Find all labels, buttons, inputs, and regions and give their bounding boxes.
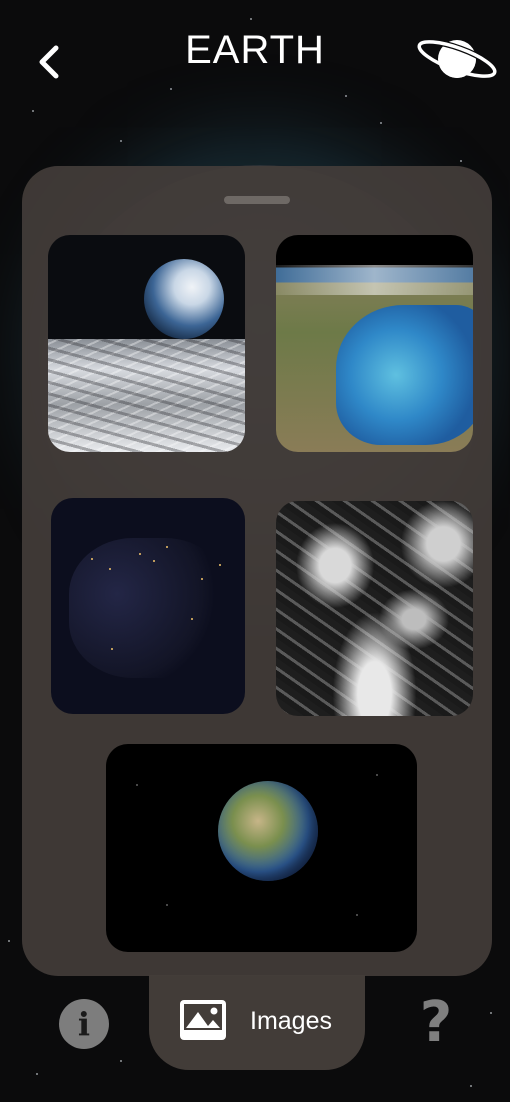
star	[376, 774, 378, 776]
city-light	[91, 558, 93, 560]
saturn-icon	[416, 38, 498, 80]
star	[8, 940, 10, 942]
city-light	[219, 564, 221, 566]
city-light	[153, 560, 155, 562]
image-icon	[180, 1000, 226, 1040]
image-gallery-panel	[22, 166, 492, 976]
star	[120, 140, 122, 142]
city-light	[166, 546, 168, 548]
info-icon: i	[77, 1005, 91, 1043]
question-mark-icon: ?	[419, 990, 453, 1055]
help-button[interactable]: ?	[414, 993, 458, 1053]
drag-handle[interactable]	[224, 196, 290, 204]
star	[136, 784, 138, 786]
city-light	[191, 618, 193, 620]
satellite-coastline-image[interactable]	[276, 235, 473, 452]
sea-area	[336, 305, 473, 445]
tab-images[interactable]: Images	[149, 975, 365, 1070]
planet-button[interactable]	[414, 30, 500, 88]
star	[460, 160, 462, 162]
earthrise-image[interactable]	[48, 235, 245, 452]
tab-images-label: Images	[250, 1007, 332, 1035]
city-light	[109, 568, 111, 570]
earth-in-image	[144, 259, 224, 339]
city-light	[111, 648, 113, 650]
info-button[interactable]: i	[59, 999, 109, 1049]
star	[380, 122, 382, 124]
city-light	[201, 578, 203, 580]
dark-continents	[69, 538, 229, 678]
header: EARTH	[0, 0, 510, 120]
globe	[218, 781, 318, 881]
city-light	[139, 553, 141, 555]
bottom-nav: i Images ?	[0, 975, 510, 1102]
star	[356, 914, 358, 916]
night-lights-image[interactable]	[51, 498, 245, 714]
globe-image[interactable]	[106, 744, 417, 952]
lunar-surface	[48, 339, 245, 452]
cloud-band	[276, 265, 473, 295]
cloud-map-image[interactable]	[276, 501, 473, 716]
star	[166, 904, 168, 906]
